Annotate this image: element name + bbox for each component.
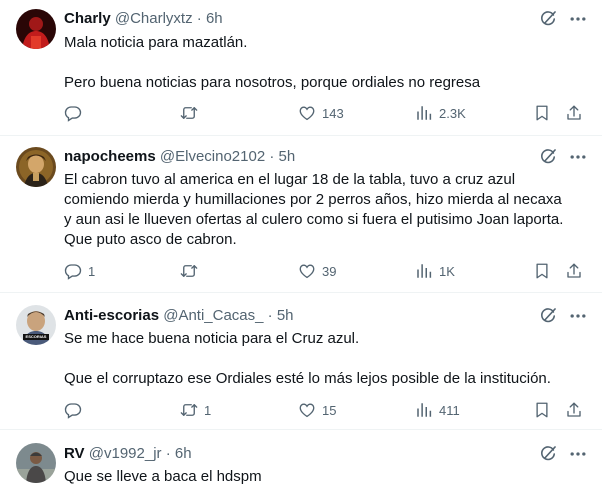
avatar[interactable] <box>16 147 56 187</box>
display-name[interactable]: Charly <box>64 10 111 27</box>
more-icon[interactable] <box>568 444 588 464</box>
tweet-text-line: El cabron tuvo al america en el lugar 18… <box>64 171 516 188</box>
bookmark-icon <box>533 401 551 419</box>
tweet-text: Mala noticia para mazatlán. Pero buena n… <box>64 33 584 93</box>
like-button[interactable]: 15 <box>298 400 336 420</box>
timestamp[interactable]: 6h <box>175 445 192 462</box>
grok-icon[interactable] <box>538 9 558 29</box>
tweet-text-line: Mala noticia para mazatlán. <box>64 34 248 51</box>
reply-icon <box>64 401 82 419</box>
timestamp[interactable]: 6h <box>206 10 223 27</box>
retweet-icon <box>180 104 198 122</box>
tweet-text-line: Que se lleve a baca el hdspm <box>64 468 262 485</box>
reply-icon <box>64 262 82 280</box>
bookmark-button[interactable] <box>533 103 551 123</box>
timestamp[interactable]: 5h <box>277 307 294 324</box>
views-icon <box>415 401 433 419</box>
tweet-text-line <box>64 349 584 369</box>
tweet-text-line: Que puto asco de cabron. <box>64 231 237 248</box>
like-count: 15 <box>322 402 337 418</box>
tweet-actions: 143 2.3K <box>0 103 602 123</box>
tweet-text-line: y aun asi le llueven ofertas al culero c… <box>64 211 564 228</box>
like-count: 143 <box>322 105 344 121</box>
tweet[interactable]: napocheems @Elvecino2102 · 5h El cabron … <box>0 137 602 293</box>
separator-dot: · <box>196 10 202 27</box>
views-count: 1K <box>439 263 455 279</box>
avatar[interactable] <box>16 9 56 49</box>
display-name[interactable]: Anti-escorias <box>64 307 159 324</box>
views-icon <box>415 262 433 280</box>
share-button[interactable] <box>565 261 583 281</box>
reply-count: 1 <box>88 263 96 279</box>
more-icon[interactable] <box>568 9 588 29</box>
grok-icon[interactable] <box>538 147 558 167</box>
share-button[interactable] <box>565 103 583 123</box>
reply-icon <box>64 104 82 122</box>
timestamp[interactable]: 5h <box>279 148 296 165</box>
views-count: 2.3K <box>439 105 466 121</box>
user-handle[interactable]: @v1992_jr <box>89 445 162 462</box>
grok-icon[interactable] <box>538 306 558 326</box>
separator-dot: · <box>165 445 171 462</box>
tweet-header: RV @v1992_jr · 6h <box>64 444 192 464</box>
bookmark-button[interactable] <box>533 400 551 420</box>
reply-button[interactable] <box>64 103 88 123</box>
reply-button[interactable] <box>64 400 88 420</box>
bookmark-icon <box>533 262 551 280</box>
views-button[interactable]: 1K <box>415 261 455 281</box>
tweet-text: Que se lleve a baca el hdspm <box>64 467 584 487</box>
tweet-text: Se me hace buena noticia para el Cruz az… <box>64 329 584 389</box>
tweet-text-line: comiendo mierda y humillaciones por 2 pe… <box>64 191 562 208</box>
views-button[interactable]: 411 <box>415 400 460 420</box>
tweet-text-line <box>64 53 584 73</box>
like-icon <box>298 262 316 280</box>
tweet[interactable]: ESCORIAS Anti-escorias @Anti_Cacas_ · 5h… <box>0 294 602 430</box>
separator-dot: · <box>269 148 275 165</box>
bookmark-icon <box>533 104 551 122</box>
user-handle[interactable]: @Elvecino2102 <box>160 148 265 165</box>
like-button[interactable]: 39 <box>298 261 336 281</box>
tweet-actions: 1 39 1K <box>0 261 602 281</box>
more-icon[interactable] <box>568 147 588 167</box>
user-handle[interactable]: @Anti_Cacas_ <box>163 307 263 324</box>
tweet-text-line: Se me hace buena noticia para el Cruz az… <box>64 330 360 347</box>
tweet-header: napocheems @Elvecino2102 · 5h <box>64 147 295 167</box>
share-icon <box>565 104 583 122</box>
retweet-button[interactable]: 1 <box>180 400 211 420</box>
retweet-button[interactable] <box>180 103 204 123</box>
like-icon <box>298 104 316 122</box>
avatar[interactable] <box>16 443 56 483</box>
tweet-actions: 1 15 411 <box>0 400 602 420</box>
avatar[interactable]: ESCORIAS <box>16 305 56 345</box>
user-handle[interactable]: @Charlyxtz <box>115 10 193 27</box>
tweet-text-line: Que el corruptazo ese Ordiales esté lo m… <box>64 370 551 387</box>
tweet[interactable]: Charly @Charlyxtz · 6h Mala noticia para… <box>0 0 602 136</box>
like-icon <box>298 401 316 419</box>
grok-icon[interactable] <box>538 444 558 464</box>
retweet-count: 1 <box>204 402 212 418</box>
reply-button[interactable]: 1 <box>64 261 95 281</box>
retweet-icon <box>180 401 198 419</box>
tweet-header: Anti-escorias @Anti_Cacas_ · 5h <box>64 306 294 326</box>
tweet[interactable]: RV @v1992_jr · 6h Que se lleve a baca el… <box>0 431 602 499</box>
display-name[interactable]: napocheems <box>64 148 156 165</box>
bookmark-button[interactable] <box>533 261 551 281</box>
views-button[interactable]: 2.3K <box>415 103 466 123</box>
display-name[interactable]: RV <box>64 445 85 462</box>
retweet-icon <box>180 262 198 280</box>
like-count: 39 <box>322 263 337 279</box>
avatar-badge-text: ESCORIAS <box>25 334 47 339</box>
share-button[interactable] <box>565 400 583 420</box>
tweet-text-line: Pero buena noticias para nosotros, porqu… <box>64 74 481 91</box>
retweet-button[interactable] <box>180 261 204 281</box>
views-icon <box>415 104 433 122</box>
tweet-header: Charly @Charlyxtz · 6h <box>64 9 223 29</box>
share-icon <box>565 262 583 280</box>
like-button[interactable]: 143 <box>298 103 344 123</box>
separator-dot: · <box>267 307 273 324</box>
views-count: 411 <box>439 402 460 418</box>
share-icon <box>565 401 583 419</box>
more-icon[interactable] <box>568 306 588 326</box>
tweet-text: El cabron tuvo al america en el lugar 18… <box>64 170 584 250</box>
